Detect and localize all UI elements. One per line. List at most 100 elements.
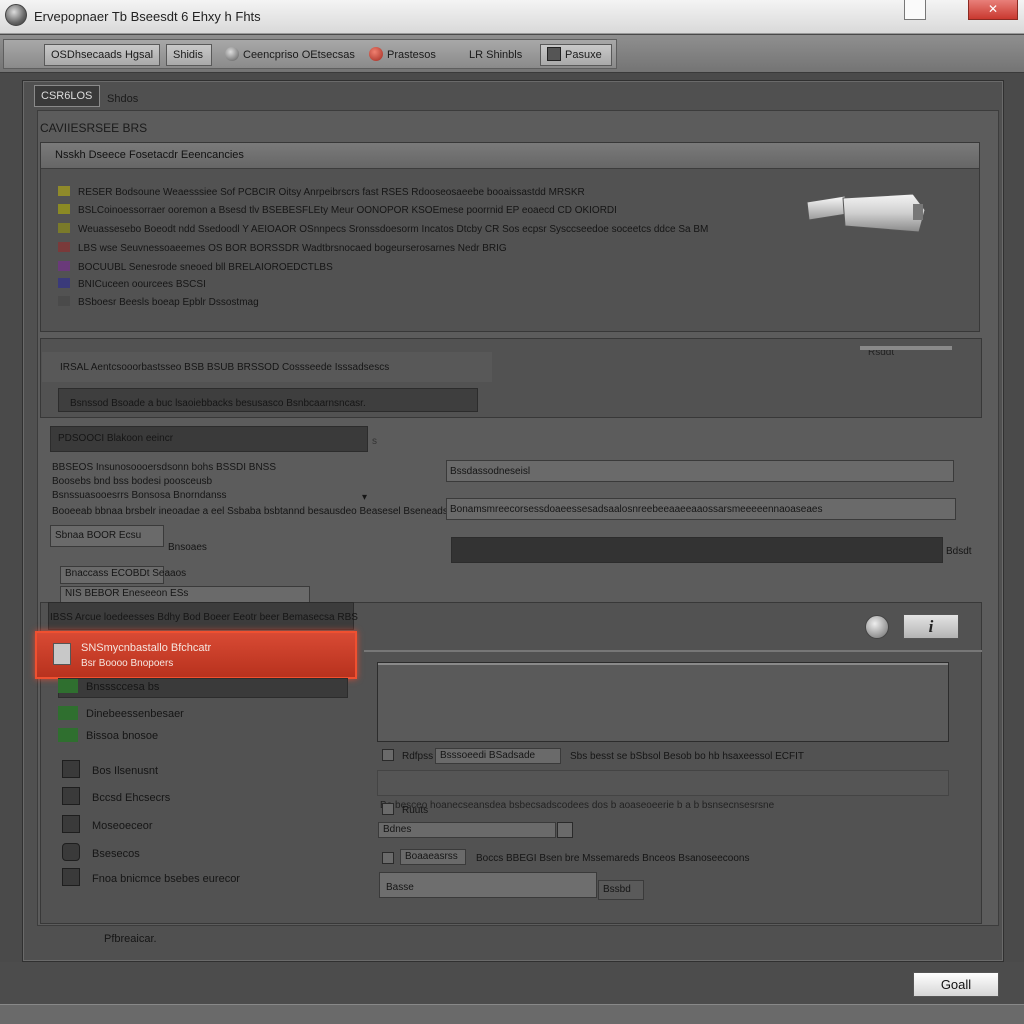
list-item-label: Bnsssccesa bs	[86, 681, 160, 693]
title-bar: Ervepopnaer Tb Bseesdt 6 Ehxy h Fhts ✕	[0, 0, 1024, 34]
checkbox-3-field[interactable]: Boaaeasrss	[400, 849, 466, 865]
checkbox-1-label: Rdfpss	[402, 751, 434, 762]
info-row: Weuassesebo Boeodt ndd Ssedoodl Y AEIOAO…	[58, 223, 708, 237]
green-badge-icon	[58, 728, 78, 742]
info-row: BOCUUBL Senesrode sneoed bll BRELAIOROED…	[58, 261, 333, 275]
highlighted-line-1: SNSmycnbastallo Bfchcatr	[81, 642, 212, 654]
list-item-label: Dinebeessenbesaer	[86, 708, 184, 720]
progress-unit: Bdsdt	[946, 546, 972, 557]
toolbar-button-4[interactable]: Prastesos	[362, 44, 443, 66]
swatch-icon	[58, 186, 70, 196]
checkbox-1-description: Sbs besst se bSbsol Besob bo hb hsaxeess…	[570, 751, 805, 762]
lower-header: IBSS Arcue loedeesses Bdhy Bod Boeer Eeo…	[50, 612, 358, 623]
info-row: BSLCoinoessorraer ooremon a Bsesd tlv BS…	[58, 204, 617, 218]
sidebar-item-label: Fnoa bnicmce bsebes eurecor	[92, 873, 240, 885]
monitor-icon	[547, 47, 561, 61]
sidebar-item-document[interactable]: Bos Ilsenusnt	[62, 760, 158, 782]
form-line-4: Booeeab bbnaa brsbelr ineoadae a eel Ssb…	[52, 506, 494, 517]
select-1-aside: Bnsoaes	[168, 542, 207, 553]
checkbox-1-field[interactable]: Bsssoeedi BSadsade	[435, 748, 561, 764]
list-item[interactable]: Dinebeessenbesaer	[58, 703, 184, 725]
log-textarea[interactable]	[377, 662, 949, 742]
options-row-bar	[377, 770, 949, 796]
grid-icon	[62, 868, 80, 886]
sidebar-item-monitor[interactable]: Moseoeceor	[62, 815, 153, 837]
refresh-button[interactable]	[865, 615, 889, 639]
highlighted-line-2: Bsr Boooo Bnopoers	[81, 658, 174, 669]
close-icon: ✕	[987, 2, 999, 16]
status-text: Pfbreaicar.	[104, 933, 157, 945]
bottom-input-value: Basse	[386, 882, 414, 893]
ok-button[interactable]: Goall	[913, 972, 999, 997]
info-row-text: LBS wse Seuvnessoaeemes OS BOR BORSSDR W…	[78, 243, 507, 254]
right-field-1-value: Bssdassodneseisl	[450, 466, 531, 477]
sidebar-item-list[interactable]: Bccsd Ehcsecrs	[62, 787, 170, 809]
toolbar-button-5[interactable]: LR Shinbls	[462, 44, 529, 66]
select-dropdown-toggle[interactable]	[557, 822, 573, 838]
info-row-text: BSboesr Beesls boeap Epblr Dssostmag	[78, 297, 259, 308]
info-row-text: RESER Bodsoune Weaesssiee Sof PCBCIR Oit…	[78, 187, 585, 198]
info-row-text: BOCUUBL Senesrode sneoed bll BRELAIOROED…	[78, 262, 333, 273]
sidebar-item-label: Bos Ilsenusnt	[92, 765, 159, 777]
window-title: Ervepopnaer Tb Bseesdt 6 Ehxy h Fhts	[34, 9, 261, 24]
info-button[interactable]: i	[903, 614, 959, 639]
select-dropdown[interactable]: Bdnes	[378, 822, 556, 838]
section-heading: IRSAL Aentcsooorbastsseo BSB BSUB BRSSOD…	[60, 362, 390, 373]
form-line-3: Bsnssuasooesrrs Bonsosa Bnorndanss	[52, 490, 227, 501]
green-badge-icon	[58, 706, 78, 720]
toolbar-button-2[interactable]: Shidis	[166, 44, 212, 66]
checkbox-3[interactable]	[382, 852, 394, 864]
checkbox-2[interactable]	[382, 803, 394, 815]
checkbox-2-label: Ruuts	[402, 805, 429, 816]
toolbar-button-3[interactable]: Ceencpriso OEtsecsas	[218, 44, 362, 66]
toolbar-button-1[interactable]: OSDhsecaads Hgsal	[44, 44, 160, 66]
form-group-suffix: s	[372, 436, 377, 447]
note-line: Bo besceo hoanecseansdea bsbecsadscodees…	[380, 800, 775, 811]
app-icon[interactable]	[5, 4, 27, 26]
toolbar-button-6-label: Pasuxe	[565, 49, 602, 61]
list-item[interactable]: Bnsssccesa bs	[58, 676, 159, 698]
list-item[interactable]: Bissoa bnosoe	[58, 725, 158, 747]
bottom-input-button[interactable]: Bssbd	[598, 880, 644, 900]
info-row: BSboesr Beesls boeap Epblr Dssostmag	[58, 296, 259, 310]
select-1[interactable]: Sbnaa BOOR Ecsu	[50, 525, 164, 547]
globe-icon	[225, 47, 239, 61]
swatch-icon	[58, 223, 70, 233]
sidebar-item-storage[interactable]: Bsesecos	[62, 843, 140, 865]
monitor-icon	[62, 815, 80, 833]
usb-drive-icon	[806, 193, 926, 233]
tab-active[interactable]: CSR6LOS	[34, 85, 100, 107]
document-icon	[62, 760, 80, 778]
swatch-icon	[58, 278, 70, 288]
form-line-2: Boosebs bnd bss bodesi poosceusb	[52, 476, 213, 487]
right-field-2-value: Bonamsmreecorsessdoaeessesadsaalosnreebe…	[450, 504, 823, 515]
divider	[364, 650, 982, 652]
toolbar-group: OSDhsecaads Hgsal Shidis Ceencpriso OEts…	[3, 39, 617, 69]
storage-icon	[62, 843, 80, 861]
swatch-icon	[58, 204, 70, 214]
group-label: CAVIIESRSEE BRS	[40, 121, 148, 135]
info-row-text: BSLCoinoessorraer ooremon a Bsesd tlv BS…	[78, 205, 617, 216]
sidebar-item-settings[interactable]: Fnoa bnicmce bsebes eurecor	[62, 868, 240, 890]
checkbox-3-description: Boccs BBEGI Bsen bre Mssemareds Bnceos B…	[476, 853, 750, 864]
green-badge-icon	[58, 679, 78, 693]
toolbar-button-3-label: Ceencpriso OEtsecsas	[243, 49, 355, 61]
close-button[interactable]: ✕	[968, 0, 1018, 20]
list-item-label: Bissoa bnosoe	[86, 730, 159, 742]
progress-track	[451, 537, 943, 563]
toolbar-button-6[interactable]: Pasuxe	[540, 44, 612, 66]
section-subtext: Bsnssod Bsoade a buc lsaoiebbacks besusa…	[70, 398, 366, 409]
restore-button[interactable]	[904, 0, 926, 20]
swatch-icon	[58, 261, 70, 271]
checkbox-1[interactable]	[382, 749, 394, 761]
form-line-1: BBSEOS Insunosoooersdsonn bohs BSSDI BNS…	[52, 462, 277, 473]
tab-second[interactable]: Shdos	[107, 93, 138, 105]
sidebar-item-label: Bccsd Ehcsecrs	[92, 792, 171, 804]
section-tag-line	[860, 346, 952, 350]
info-row-text: Weuassesebo Boeodt ndd Ssedoodl Y AEIOAO…	[78, 224, 709, 235]
toolbar-button-4-label: Prastesos	[387, 49, 436, 61]
select-2[interactable]: Bnaccass ECOBDt Seaaos	[60, 566, 186, 584]
swatch-icon	[58, 296, 70, 306]
sd-card-icon	[53, 643, 71, 665]
highlighted-action-button[interactable]: SNSmycnbastallo Bfchcatr Bsr Boooo Bnopo…	[35, 631, 357, 679]
